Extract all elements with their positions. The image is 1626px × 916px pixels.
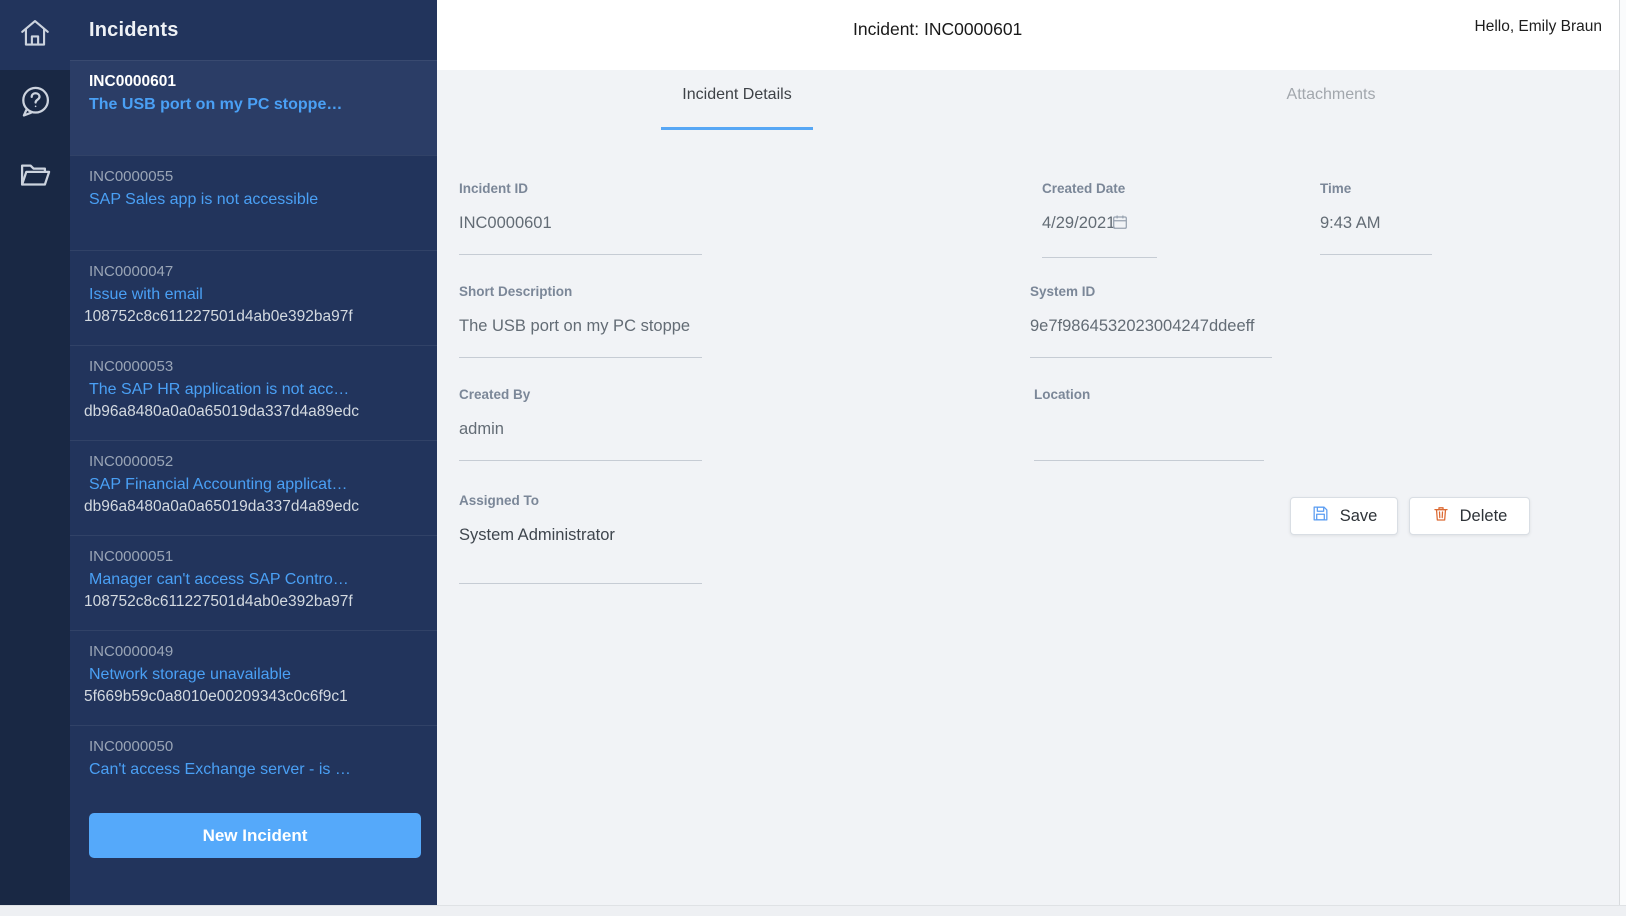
incident-title: Can't access Exchange server - is …: [89, 761, 351, 778]
created-date-value[interactable]: 4/29/2021: [1042, 212, 1157, 237]
top-bar: Incident: INC0000601 Hello, Emily Braun: [437, 0, 1626, 70]
incident-number: INC0000047: [89, 263, 174, 280]
incident-title: Network storage unavailable: [89, 666, 291, 683]
incident-sidebar: Incidents INC0000601 The USB port on my …: [70, 0, 437, 905]
calendar-icon[interactable]: [1111, 213, 1129, 237]
created-date-field[interactable]: Created Date 4/29/2021: [1042, 180, 1157, 258]
page-title: Incident: INC0000601: [853, 19, 1023, 39]
created-date-label: Created Date: [1042, 181, 1126, 196]
incident-list-item[interactable]: INC0000051 Manager can't access SAP Cont…: [70, 535, 437, 630]
short-description-value[interactable]: The USB port on my PC stoppe: [459, 315, 702, 337]
delete-button-label: Delete: [1459, 506, 1508, 525]
incident-id-label: Incident ID: [459, 181, 529, 196]
system-id-value[interactable]: 9e7f9864532023004247ddeeff: [1030, 315, 1272, 337]
incident-number: INC0000051: [89, 548, 174, 565]
sidebar-header: Incidents: [70, 0, 437, 60]
incident-number: INC0000055: [89, 168, 174, 185]
assigned-to-value[interactable]: System Administrator: [459, 524, 702, 546]
save-icon: [1311, 504, 1330, 528]
short-description-field[interactable]: Short Description The USB port on my PC …: [459, 283, 702, 358]
incident-list-item[interactable]: INC0000053 The SAP HR application is not…: [70, 345, 437, 440]
help-icon: [17, 84, 53, 125]
incident-list-item[interactable]: INC0000052 SAP Financial Accounting appl…: [70, 440, 437, 535]
time-field[interactable]: Time 9:43 AM: [1320, 180, 1432, 255]
system-id-field[interactable]: System ID 9e7f9864532023004247ddeeff: [1030, 283, 1272, 358]
incident-detail-panel: Incident: INC0000601 Hello, Emily Braun …: [437, 0, 1626, 905]
incident-number: INC0000053: [89, 358, 174, 375]
folder-icon: [17, 156, 53, 197]
assigned-to-field[interactable]: Assigned To System Administrator: [459, 492, 702, 584]
created-date-text: 4/29/2021: [1042, 214, 1116, 232]
incident-sysid: 108752c8c611227501d4ab0e392ba97f: [84, 308, 353, 325]
save-button[interactable]: Save: [1290, 497, 1398, 535]
sidebar-title: Incidents: [89, 18, 179, 41]
new-incident-button[interactable]: New Incident: [89, 813, 421, 858]
folder-nav-button[interactable]: [0, 148, 70, 204]
horizontal-scrollbar[interactable]: [0, 905, 1626, 916]
short-description-label: Short Description: [459, 284, 573, 299]
tab-incident-details[interactable]: Incident Details: [637, 86, 837, 104]
incident-title: SAP Financial Accounting applicat…: [89, 476, 348, 493]
incident-list-item[interactable]: INC0000047 Issue with email 108752c8c611…: [70, 250, 437, 345]
incident-list: INC0000601 The USB port on my PC stoppe……: [70, 60, 437, 820]
time-value[interactable]: 9:43 AM: [1320, 212, 1432, 234]
created-by-value[interactable]: admin: [459, 418, 702, 440]
delete-button[interactable]: Delete: [1409, 497, 1530, 535]
user-greeting: Hello, Emily Braun: [1474, 18, 1603, 35]
incident-id-value[interactable]: INC0000601: [459, 212, 702, 234]
incident-title: Issue with email: [89, 286, 203, 303]
incident-sysid: 5f669b59c0a8010e00209343c0c6f9c1: [84, 688, 348, 705]
home-nav-button[interactable]: [0, 0, 70, 70]
incident-app-window: Incidents INC0000601 The USB port on my …: [0, 0, 1626, 916]
incident-sysid: 108752c8c611227501d4ab0e392ba97f: [84, 593, 353, 610]
vertical-scrollbar[interactable]: [1619, 0, 1626, 916]
time-label: Time: [1320, 181, 1352, 196]
created-by-field[interactable]: Created By admin: [459, 386, 702, 461]
incident-id-field[interactable]: Incident ID INC0000601: [459, 180, 702, 255]
incident-title: The SAP HR application is not acc…: [89, 381, 350, 398]
location-value[interactable]: [1034, 418, 1264, 440]
assigned-to-label: Assigned To: [459, 493, 540, 508]
location-field[interactable]: Location: [1034, 386, 1264, 461]
help-nav-button[interactable]: [0, 76, 70, 132]
incident-title: SAP Sales app is not accessible: [89, 191, 319, 208]
location-label: Location: [1034, 387, 1091, 402]
incident-number: INC0000050: [89, 738, 174, 755]
incident-title: Manager can't access SAP Contro…: [89, 571, 349, 588]
system-id-label: System ID: [1030, 284, 1096, 299]
incident-number: INC0000049: [89, 643, 174, 660]
trash-icon: [1432, 504, 1450, 528]
incident-number: INC0000601: [89, 73, 177, 90]
incident-number: INC0000052: [89, 453, 174, 470]
tab-attachments[interactable]: Attachments: [1231, 86, 1431, 104]
home-icon: [18, 16, 52, 55]
incident-title: The USB port on my PC stoppe…: [89, 96, 343, 113]
incident-list-item[interactable]: INC0000055 SAP Sales app is not accessib…: [70, 155, 437, 250]
active-tab-underline: [661, 127, 813, 130]
incident-list-item[interactable]: INC0000601 The USB port on my PC stoppe…: [70, 60, 437, 155]
save-button-label: Save: [1339, 506, 1378, 525]
created-by-label: Created By: [459, 387, 531, 402]
incident-sysid: db96a8480a0a0a65019da337d4a89edc: [84, 498, 359, 515]
incident-list-item[interactable]: INC0000049 Network storage unavailable 5…: [70, 630, 437, 725]
incident-list-item[interactable]: INC0000050 Can't access Exchange server …: [70, 725, 437, 820]
icon-rail: [0, 0, 70, 905]
incident-sysid: db96a8480a0a0a65019da337d4a89edc: [84, 403, 359, 420]
